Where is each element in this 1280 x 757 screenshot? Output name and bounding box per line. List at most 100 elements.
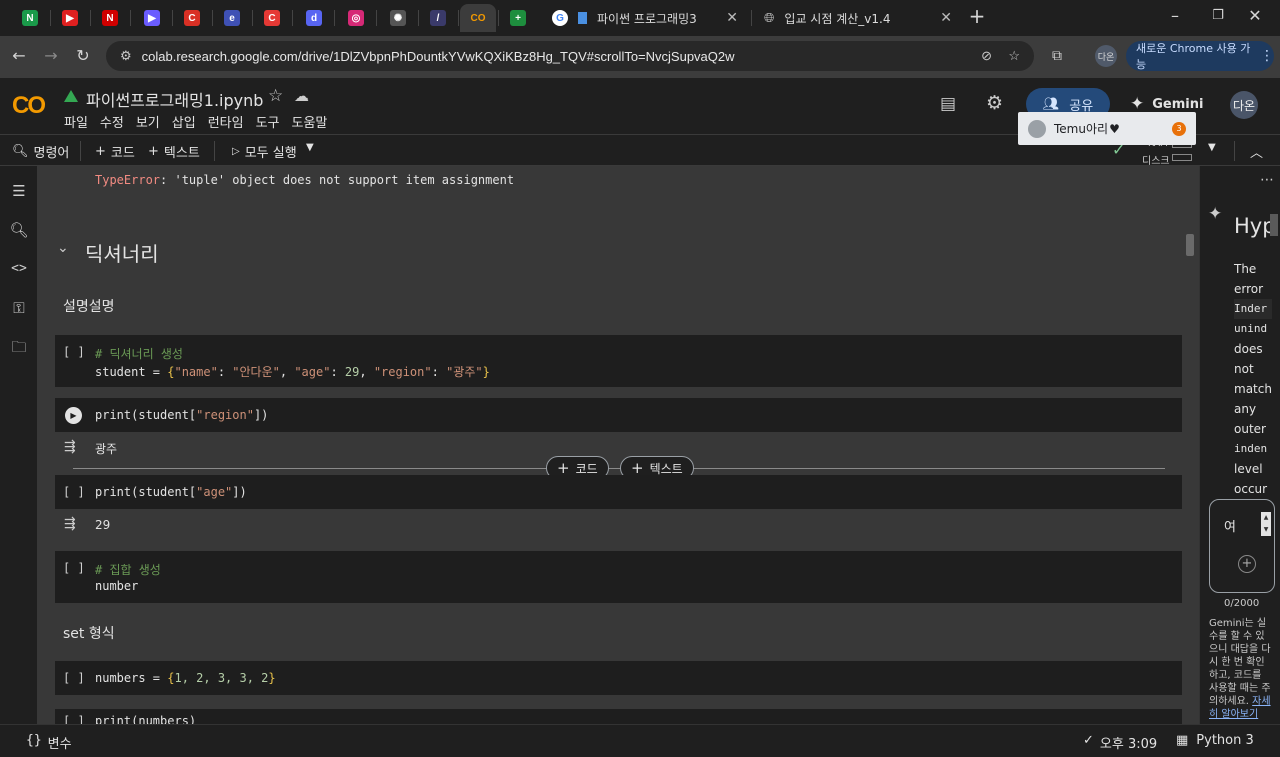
cell-run-bracket[interactable]: [ ] bbox=[63, 714, 85, 724]
runtime-indicator[interactable]: ▦ Python 3 bbox=[1176, 733, 1254, 748]
browser-tab-edge[interactable]: e bbox=[214, 4, 250, 32]
browser-tab-sheets[interactable]: + bbox=[500, 4, 536, 32]
code-cell-dict-create[interactable]: [ ] # 딕셔너리 생성 student = {"name": "안다운", … bbox=[55, 335, 1182, 387]
notebook-scrollbar[interactable] bbox=[1186, 234, 1194, 256]
code-line: number bbox=[95, 579, 139, 593]
gemini-sparkle-icon: ✦ bbox=[1208, 204, 1223, 224]
forward-icon[interactable]: → bbox=[40, 46, 62, 66]
output-toggle-icon[interactable]: ⇶ bbox=[64, 439, 76, 455]
colab-logo[interactable]: CO bbox=[12, 92, 46, 120]
variables-button[interactable]: {} 변수 bbox=[26, 733, 72, 752]
browser-tab-chatgpt[interactable]: ✺ bbox=[380, 4, 416, 32]
tab-docs-title: 파이썬 프로그래밍3 bbox=[597, 11, 697, 26]
add-attachment-icon[interactable]: + bbox=[1238, 555, 1256, 573]
browser-tab-c-red-icon-2[interactable]: C bbox=[254, 4, 290, 32]
braces-icon: {} bbox=[26, 733, 42, 748]
cell-run-bracket[interactable]: [ ] bbox=[63, 561, 85, 575]
discord-icon: d bbox=[306, 10, 322, 26]
menu-item-4[interactable]: 런타임 bbox=[208, 112, 244, 131]
secrets-key-icon[interactable]: ⚿ bbox=[8, 297, 30, 319]
browser-tab-instagram[interactable]: ◎ bbox=[338, 4, 374, 32]
code-snippets-icon[interactable]: <> bbox=[8, 258, 30, 280]
gemini-disclaimer: Gemini는 실수를 할 수 있으니 대답을 다시 한 번 확인하고, 코드를… bbox=[1209, 617, 1273, 721]
code-cell-print-numbers[interactable]: [ ] print(numbers) bbox=[55, 709, 1182, 724]
browser-tab-notion-n[interactable]: N bbox=[12, 4, 48, 32]
menu-item-1[interactable]: 수정 bbox=[100, 112, 124, 131]
add-text-button[interactable]: + 텍스트 bbox=[148, 142, 200, 161]
gemini-input-box[interactable]: 여 ▲ ▼ + bbox=[1209, 499, 1275, 593]
heart-icon: ♥ bbox=[1109, 121, 1120, 136]
plus-icon: + bbox=[148, 144, 159, 159]
restore-icon[interactable]: ❐ bbox=[1207, 6, 1229, 26]
menu-item-2[interactable]: 보기 bbox=[136, 112, 160, 131]
star-icon[interactable]: ☆ bbox=[268, 86, 283, 106]
popup-avatar bbox=[1028, 119, 1046, 138]
run-cell-button[interactable]: ▶ bbox=[65, 407, 82, 424]
browser-tab-netflix[interactable]: N bbox=[92, 4, 128, 32]
tab-search-icon[interactable]: ⧉ bbox=[1046, 46, 1068, 66]
comments-icon[interactable]: ▤ bbox=[940, 94, 956, 114]
google-g-icon: G bbox=[552, 10, 568, 26]
back-icon[interactable]: ← bbox=[8, 46, 30, 66]
bookmark-star-icon[interactable]: ☆ bbox=[1008, 48, 1020, 64]
text-cell-set[interactable]: set 형식 bbox=[63, 623, 115, 643]
input-scroll-stepper[interactable]: ▲ ▼ bbox=[1261, 512, 1271, 536]
gemini-button[interactable]: ✦ Gemini bbox=[1130, 94, 1203, 114]
code-cell-print-age[interactable]: [ ] print(student["age"]) bbox=[55, 475, 1182, 509]
window-close-icon[interactable]: ✕ bbox=[1244, 6, 1266, 26]
notebook-title[interactable]: 파이썬프로그래밍1.ipynb bbox=[86, 87, 263, 111]
new-tab-icon[interactable]: + bbox=[966, 6, 988, 26]
add-code-button[interactable]: + 코드 bbox=[95, 142, 135, 161]
toc-icon[interactable]: ☰ bbox=[8, 180, 30, 202]
chrome-update-button[interactable]: 새로운 Chrome 사용 가능 ⋮ bbox=[1126, 41, 1274, 71]
run-all-button[interactable]: ▷ 모두 실행 bbox=[232, 142, 297, 161]
gemini-response-word: inden bbox=[1234, 442, 1268, 455]
cell-run-bracket[interactable]: [ ] bbox=[63, 671, 85, 685]
code-cell-print-region[interactable]: ▶ print(student["region"]) bbox=[55, 398, 1182, 432]
cell-run-bracket[interactable]: [ ] bbox=[63, 345, 85, 359]
browser-tab-discord[interactable]: d bbox=[296, 4, 332, 32]
code-line: student = {"name": "안다운", "age": 29, "re… bbox=[95, 365, 490, 379]
tab-close-icon[interactable]: ✕ bbox=[726, 10, 738, 26]
gemini-scrollbar[interactable] bbox=[1270, 214, 1278, 236]
section-collapse-icon[interactable]: ⌄ bbox=[57, 240, 69, 256]
menu-item-5[interactable]: 도구 bbox=[256, 112, 280, 131]
tab-close-icon[interactable]: ✕ bbox=[940, 10, 952, 26]
minimize-icon[interactable]: – bbox=[1164, 6, 1186, 26]
browser-tab-c-red[interactable]: C bbox=[174, 4, 210, 32]
gemini-more-icon[interactable]: ⋯ bbox=[1260, 172, 1274, 188]
cell-run-bracket[interactable]: [ ] bbox=[63, 485, 85, 499]
tab-calc[interactable]: 🌐︎ 입교 시점 계산_v1.4 ✕ bbox=[752, 4, 964, 32]
output-toggle-icon[interactable]: ⇶ bbox=[64, 516, 76, 532]
collapse-up-icon[interactable]: ︿ bbox=[1250, 142, 1263, 161]
reload-icon[interactable]: ↻ bbox=[72, 46, 94, 66]
menu-item-6[interactable]: 도움말 bbox=[292, 112, 328, 131]
site-info-icon[interactable]: ⚙ bbox=[120, 48, 132, 64]
menu-item-0[interactable]: 파일 bbox=[64, 112, 88, 131]
profile-avatar[interactable]: 다온 bbox=[1095, 45, 1117, 67]
find-replace-icon[interactable]: 🔍︎ bbox=[8, 219, 30, 241]
address-bar[interactable]: ⚙ colab.research.google.com/drive/1DlZVb… bbox=[106, 41, 1034, 71]
command-palette-button[interactable]: 🔍︎ 명령어 bbox=[12, 142, 69, 161]
gemini-response-word: error bbox=[1234, 282, 1264, 296]
browser-tab-play-store[interactable]: ▶ bbox=[134, 4, 170, 32]
text-cell-desc[interactable]: 설명설명 bbox=[63, 296, 115, 316]
gemini-response-word: occur bbox=[1234, 482, 1268, 496]
account-avatar[interactable]: 다온 bbox=[1230, 91, 1258, 119]
code-cell-numbers[interactable]: [ ] numbers = {1, 2, 3, 3, 2} bbox=[55, 661, 1182, 695]
tab-python-docs[interactable]: G 파이썬 프로그래밍3 ✕ bbox=[540, 4, 750, 32]
browser-tab-colab[interactable]: CO bbox=[460, 4, 496, 32]
gemini-input-text: 여 bbox=[1224, 520, 1236, 535]
files-folder-icon[interactable]: 🗀 bbox=[8, 336, 30, 358]
settings-gear-icon[interactable]: ⚙ bbox=[986, 92, 1003, 114]
execution-status[interactable]: ✓ 오후 3:09 bbox=[1083, 733, 1157, 752]
menu-item-3[interactable]: 삽입 bbox=[172, 112, 196, 131]
browser-tab-perplexity[interactable]: / bbox=[420, 4, 456, 32]
browser-tab-youtube[interactable]: ▶ bbox=[52, 4, 88, 32]
camera-off-icon[interactable]: ⊘ bbox=[981, 48, 992, 64]
run-dropdown-icon[interactable]: ▼ bbox=[306, 142, 314, 153]
resources-dropdown-icon[interactable]: ▼ bbox=[1208, 142, 1216, 153]
user-popup[interactable]: Temu아리 ♥ 3 bbox=[1018, 112, 1196, 145]
globe-icon: 🌐︎ bbox=[764, 10, 775, 26]
code-cell-set-create[interactable]: [ ] # 집합 생성 number bbox=[55, 551, 1182, 603]
